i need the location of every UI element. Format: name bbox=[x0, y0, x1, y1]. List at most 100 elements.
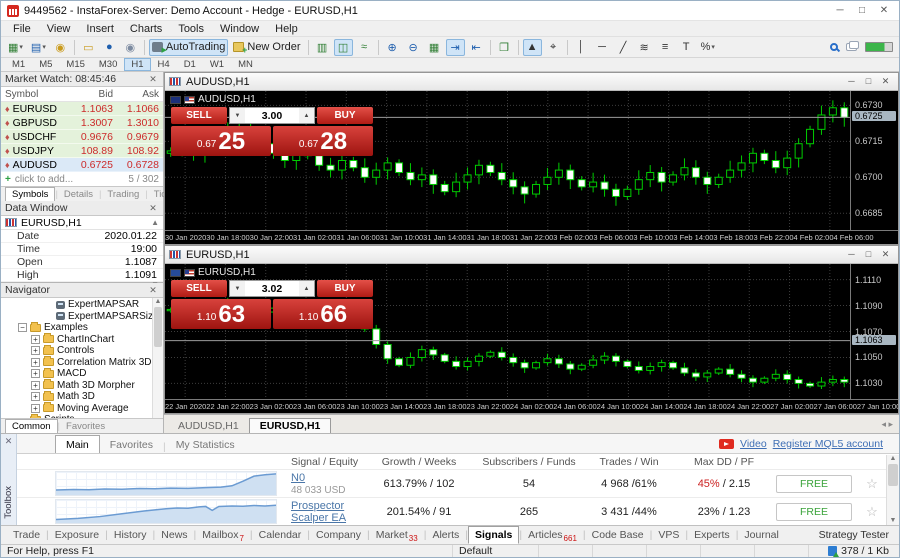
signal-name-link[interactable]: N0 bbox=[291, 472, 359, 484]
chart-tab-scroll-arrows[interactable]: ◂ ▸ bbox=[881, 419, 899, 433]
bottom-tab-trade[interactable]: Trade bbox=[7, 529, 46, 541]
bottom-tab-vps[interactable]: VPS bbox=[652, 529, 685, 541]
menu-item-tools[interactable]: Tools bbox=[170, 23, 212, 35]
chart-tab-audusd-h1[interactable]: AUDUSD,H1 bbox=[168, 419, 249, 433]
autoscroll-button[interactable]: ⇥ bbox=[446, 39, 465, 56]
favorite-star-icon[interactable]: ☆ bbox=[866, 504, 878, 519]
channel-button[interactable]: ≋ bbox=[635, 39, 654, 56]
toolbox-vertical-label[interactable]: Toolbox bbox=[3, 486, 14, 519]
toolbox-scrollbar[interactable]: ▲▼ bbox=[886, 455, 899, 525]
timeframe-m5[interactable]: M5 bbox=[32, 58, 59, 71]
timeframe-m1[interactable]: M1 bbox=[5, 58, 32, 71]
menu-item-view[interactable]: View bbox=[39, 23, 79, 35]
free-button[interactable]: FREE bbox=[776, 475, 852, 493]
timeframe-h1[interactable]: H1 bbox=[124, 58, 150, 71]
data-window-close-icon[interactable]: ✕ bbox=[147, 203, 159, 214]
chart-plot-area[interactable]: EURUSD,H1SELL▼3.02▲BUY1.10631.1066 bbox=[165, 264, 850, 399]
volume-decrease-icon[interactable]: ▼ bbox=[230, 281, 245, 296]
bottom-tab-articles[interactable]: Articles661 bbox=[522, 529, 583, 541]
zoom-out-button[interactable]: ⊖ bbox=[404, 39, 423, 56]
buy-price-display[interactable]: 1.1066 bbox=[273, 299, 373, 329]
timeframe-m15[interactable]: M15 bbox=[59, 58, 91, 71]
timeframe-d1[interactable]: D1 bbox=[177, 58, 203, 71]
tree-expander-icon[interactable]: − bbox=[18, 323, 27, 332]
navigator-item-chartinchart[interactable]: +ChartInChart bbox=[1, 334, 163, 346]
bottom-tab-journal[interactable]: Journal bbox=[738, 529, 784, 541]
tree-expander-icon[interactable]: + bbox=[31, 392, 40, 401]
objects-button[interactable]: %▾ bbox=[698, 39, 718, 56]
volume-increase-icon[interactable]: ▲ bbox=[299, 281, 314, 296]
youtube-icon[interactable] bbox=[719, 439, 734, 449]
navigator-item-controls[interactable]: +Controls bbox=[1, 345, 163, 357]
navigator-item-expertmapsarsizeoptim[interactable]: ExpertMAPSARSizeOptim bbox=[1, 311, 163, 323]
navigator-item-math-3d[interactable]: +Math 3D bbox=[1, 391, 163, 403]
navigator-tab-favorites[interactable]: Favorites bbox=[60, 421, 111, 432]
tree-expander-icon[interactable]: + bbox=[31, 335, 40, 344]
chat-icon[interactable] bbox=[846, 43, 857, 51]
payments-button[interactable]: ▭ bbox=[79, 39, 98, 56]
tile-windows-button[interactable]: ▦ bbox=[425, 39, 444, 56]
sell-button[interactable]: SELL bbox=[171, 280, 227, 297]
history-center-button[interactable]: ◉ bbox=[51, 39, 70, 56]
arrange-windows-button[interactable]: ❐ bbox=[495, 39, 514, 56]
market-watch-close-icon[interactable]: ✕ bbox=[147, 74, 159, 85]
signal-row[interactable]: N048 033 USD613.79% / 102544 968 /61%45%… bbox=[17, 469, 899, 497]
chart-close-icon[interactable]: ✕ bbox=[877, 249, 894, 260]
chart-shift-button[interactable]: ⇤ bbox=[467, 39, 486, 56]
status-profile[interactable]: Default bbox=[453, 545, 539, 557]
maximize-button[interactable]: □ bbox=[851, 5, 873, 16]
bottom-tab-code-base[interactable]: Code Base bbox=[586, 529, 650, 541]
signal-name-link[interactable]: Prospector Scalper EA bbox=[291, 500, 359, 524]
minimize-button[interactable]: ─ bbox=[829, 5, 851, 16]
market-watch-row[interactable]: ♦USDJPY108.89108.92 bbox=[1, 144, 163, 158]
profiles-button[interactable]: ▤▾ bbox=[28, 39, 49, 56]
chart-minimize-icon[interactable]: ─ bbox=[843, 249, 860, 260]
autotrading-button[interactable]: AutoTrading bbox=[149, 39, 229, 56]
market-watch-row[interactable]: ♦AUDUSD0.67250.6728 bbox=[1, 158, 163, 172]
strategy-tester-label[interactable]: Strategy Tester bbox=[819, 529, 893, 541]
menu-item-insert[interactable]: Insert bbox=[78, 23, 122, 35]
toolbox-tab-favorites[interactable]: Favorites bbox=[100, 437, 163, 453]
bottom-tab-alerts[interactable]: Alerts bbox=[426, 529, 465, 541]
volume-decrease-icon[interactable]: ▼ bbox=[230, 108, 245, 123]
bottom-tab-exposure[interactable]: Exposure bbox=[49, 529, 105, 541]
horizontal-line-button[interactable]: ─ bbox=[593, 39, 612, 56]
register-mql5-link[interactable]: Register MQL5 account bbox=[773, 438, 883, 450]
tree-expander-icon[interactable]: + bbox=[31, 404, 40, 413]
menu-item-charts[interactable]: Charts bbox=[122, 23, 170, 35]
vertical-line-button[interactable]: │ bbox=[572, 39, 591, 56]
favorite-star-icon[interactable]: ☆ bbox=[866, 476, 878, 491]
scroll-up-icon[interactable]: ▲ bbox=[151, 218, 159, 227]
buy-button[interactable]: BUY bbox=[317, 107, 373, 124]
sell-button[interactable]: SELL bbox=[171, 107, 227, 124]
search-icon[interactable] bbox=[830, 43, 838, 51]
timeframe-mn[interactable]: MN bbox=[231, 58, 260, 71]
navigator-item-macd[interactable]: +MACD bbox=[1, 368, 163, 380]
navigator-scrollbar[interactable]: ▲ bbox=[152, 298, 163, 418]
market-watch-row[interactable]: ♦GBPUSD1.30071.3010 bbox=[1, 116, 163, 130]
menu-item-help[interactable]: Help bbox=[267, 23, 306, 35]
candlestick-button[interactable]: ◫ bbox=[334, 39, 353, 56]
signal-row[interactable]: Prospector Scalper EA201.54% / 912653 43… bbox=[17, 497, 899, 525]
text-tool-button[interactable]: T bbox=[677, 39, 696, 56]
chart-title-bar[interactable]: AUDUSD,H1 ─ □ ✕ bbox=[165, 73, 898, 91]
menu-item-window[interactable]: Window bbox=[212, 23, 267, 35]
broadcast-button[interactable]: ◉ bbox=[121, 39, 140, 56]
market-watch-row[interactable]: ♦USDCHF0.96760.9679 bbox=[1, 130, 163, 144]
sell-price-display[interactable]: 1.1063 bbox=[171, 299, 271, 329]
tree-expander-icon[interactable]: + bbox=[31, 369, 40, 378]
tree-expander-icon[interactable]: + bbox=[31, 358, 40, 367]
navigator-item-correlation-matrix-3d[interactable]: +Correlation Matrix 3D bbox=[1, 357, 163, 369]
chart-close-icon[interactable]: ✕ bbox=[877, 76, 894, 87]
community-button[interactable]: ● bbox=[100, 39, 119, 56]
toolbox-close-icon[interactable]: ✕ bbox=[5, 434, 13, 447]
tree-expander-icon[interactable]: + bbox=[31, 381, 40, 390]
menu-item-file[interactable]: File bbox=[5, 23, 39, 35]
navigator-tab-common[interactable]: Common bbox=[5, 419, 58, 433]
volume-increase-icon[interactable]: ▲ bbox=[299, 108, 314, 123]
market-watch-row[interactable]: ♦EURUSD1.10631.1066 bbox=[1, 102, 163, 116]
line-chart-button[interactable]: ≈ bbox=[355, 39, 374, 56]
chart-maximize-icon[interactable]: □ bbox=[860, 249, 877, 260]
cursor-button[interactable]: ▲ bbox=[523, 39, 542, 56]
bottom-tab-mailbox[interactable]: Mailbox7 bbox=[196, 529, 250, 541]
